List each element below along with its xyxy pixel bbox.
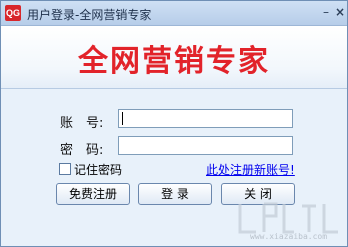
register-link[interactable]: 此处注册新账号! <box>206 161 295 178</box>
watermark-site-text: www.xiazaiba.com <box>250 232 328 241</box>
window-close-button[interactable]: × <box>333 5 347 19</box>
username-label: 账 号: <box>60 116 104 131</box>
banner: 全网营销专家 <box>1 26 347 89</box>
password-label: 密 码: <box>60 143 104 158</box>
login-window: QG 用户登录-全网营销专家 – × 全网营销专家 账 号: 密 码: 记住密码… <box>0 0 348 247</box>
username-input[interactable] <box>118 109 293 128</box>
banner-title: 全网营销专家 <box>78 44 270 79</box>
window-title: 用户登录-全网营销专家 <box>27 8 152 22</box>
remember-password-checkbox[interactable] <box>59 163 71 175</box>
minimize-button[interactable]: – <box>319 5 333 19</box>
close-button[interactable]: 关 闭 <box>221 183 295 205</box>
free-register-button[interactable]: 免费注册 <box>56 183 130 205</box>
text-caret <box>122 112 123 125</box>
login-button[interactable]: 登 录 <box>138 183 212 205</box>
app-logo-icon: QG <box>5 5 21 21</box>
title-bar[interactable]: QG 用户登录-全网营销专家 – × <box>1 1 347 26</box>
password-input[interactable] <box>118 136 293 155</box>
remember-password-label[interactable]: 记住密码 <box>74 161 122 178</box>
